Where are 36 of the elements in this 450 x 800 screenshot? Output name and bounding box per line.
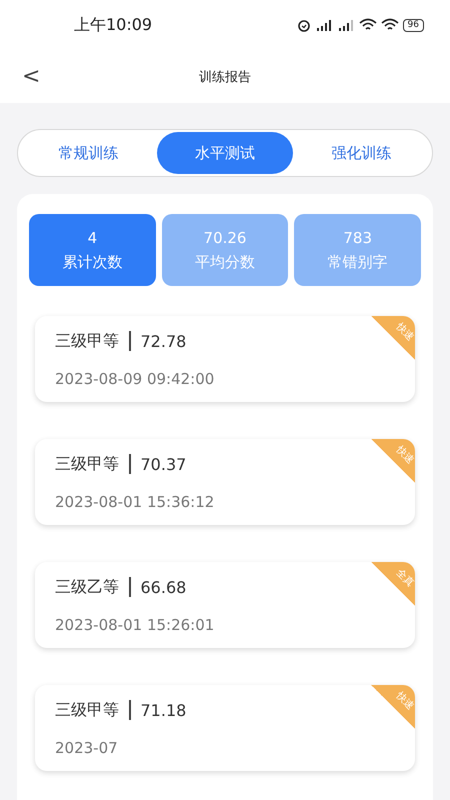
stat-label: 累计次数 [62,252,122,272]
record-card[interactable]: 三级甲等 71.18 2023-07 快速 [35,685,415,771]
test-time: 2023-07 [55,738,119,756]
tab[interactable]: 水平测试 [156,132,294,174]
grade-level: 三级甲等 [55,700,119,720]
wifi-icon [358,18,377,32]
wifi-icon [380,18,399,32]
score: 72.78 [140,332,186,350]
stat-value: 70.26 [204,228,246,246]
mode-tag: 快速 [392,688,415,714]
grade-level: 三级乙等 [55,576,119,598]
stat-tile[interactable]: 4 累计次数 [29,214,156,286]
mode-tag: 快速 [392,320,415,344]
test-time: 2023-08-09 09:42:00 [55,370,216,388]
tab[interactable]: 强化训练 [293,132,430,174]
back-button[interactable]: < [18,64,44,89]
score: 66.68 [140,578,186,596]
stat-value: 783 [343,228,372,246]
signal-icon [336,18,355,32]
status-time: 上午10:09 [74,14,152,36]
record-card[interactable]: 三级甲等 70.37 2023-08-01 15:36:12 快速 [35,439,415,525]
grade-level: 三级甲等 [55,330,119,352]
stat-label: 平均分数 [195,252,255,272]
score: 71.18 [140,700,186,720]
battery-level: 96 [402,18,424,32]
record-card[interactable]: 三级甲等 72.78 2023-08-09 09:42:00 快速 [35,316,415,402]
page-title: 训练报告 [199,68,251,86]
tab[interactable]: 常规训练 [20,132,157,174]
signal-icon [314,18,333,32]
score: 70.37 [140,454,186,474]
grade-level: 三级甲等 [55,454,119,474]
test-time: 2023-08-01 15:26:01 [55,616,216,634]
stat-value: 4 [88,228,98,246]
mode-tag: 快速 [392,442,415,468]
stat-label: 常错别字 [328,252,388,272]
test-time: 2023-08-01 15:36:12 [55,492,216,510]
